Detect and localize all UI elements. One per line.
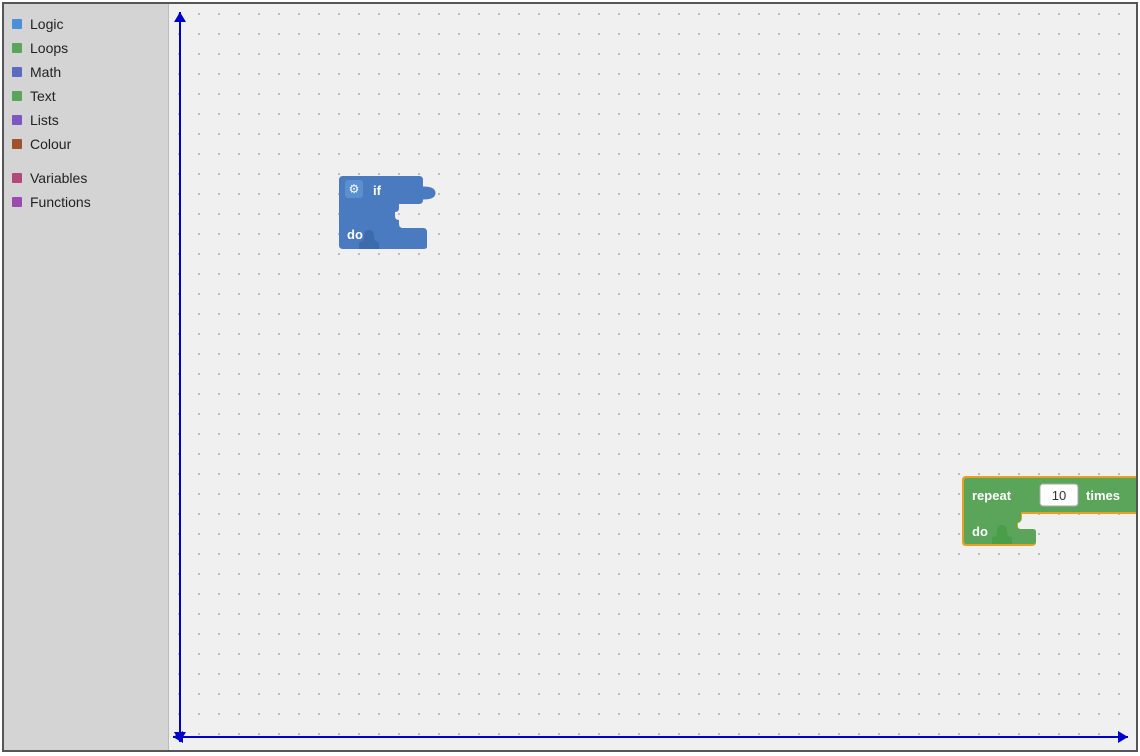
sidebar-item-math[interactable]: Math [4, 60, 168, 84]
sidebar: Logic Loops Math Text Lists Colour Varia… [4, 4, 169, 750]
sidebar-item-variables[interactable]: Variables [4, 166, 168, 190]
if-block-svg[interactable]: ⚙ if do [339, 174, 439, 249]
svg-text:times: times [1086, 488, 1120, 503]
colour-label: Colour [30, 136, 71, 152]
repeat-block-svg[interactable]: repeat 10 times do [962, 474, 1136, 546]
svg-text:if: if [373, 183, 382, 198]
svg-text:do: do [972, 524, 988, 539]
loops-label: Loops [30, 40, 68, 56]
canvas-area[interactable]: ⚙ if do repeat 10 [169, 4, 1136, 750]
lists-label: Lists [30, 112, 59, 128]
sidebar-item-logic[interactable]: Logic [4, 12, 168, 36]
variables-label: Variables [30, 170, 87, 186]
math-color [12, 67, 22, 77]
vertical-arrow [179, 12, 181, 742]
text-color [12, 91, 22, 101]
logic-color [12, 19, 22, 29]
lists-color [12, 115, 22, 125]
sidebar-spacer [4, 156, 168, 166]
sidebar-item-functions[interactable]: Functions [4, 190, 168, 214]
svg-text:10: 10 [1052, 488, 1066, 503]
variables-color [12, 173, 22, 183]
sidebar-item-text[interactable]: Text [4, 84, 168, 108]
text-label: Text [30, 88, 56, 104]
svg-text:⚙: ⚙ [349, 182, 360, 196]
sidebar-item-loops[interactable]: Loops [4, 36, 168, 60]
svg-text:do: do [347, 227, 363, 242]
functions-label: Functions [30, 194, 91, 210]
colour-color [12, 139, 22, 149]
if-block[interactable]: ⚙ if do [339, 174, 439, 254]
logic-label: Logic [30, 16, 63, 32]
horizontal-arrow [173, 736, 1128, 738]
sidebar-item-lists[interactable]: Lists [4, 108, 168, 132]
repeat-block[interactable]: repeat 10 times do [962, 474, 1136, 551]
main-container: Logic Loops Math Text Lists Colour Varia… [2, 2, 1138, 752]
sidebar-item-colour[interactable]: Colour [4, 132, 168, 156]
math-label: Math [30, 64, 61, 80]
svg-text:repeat: repeat [972, 488, 1012, 503]
functions-color [12, 197, 22, 207]
loops-color [12, 43, 22, 53]
